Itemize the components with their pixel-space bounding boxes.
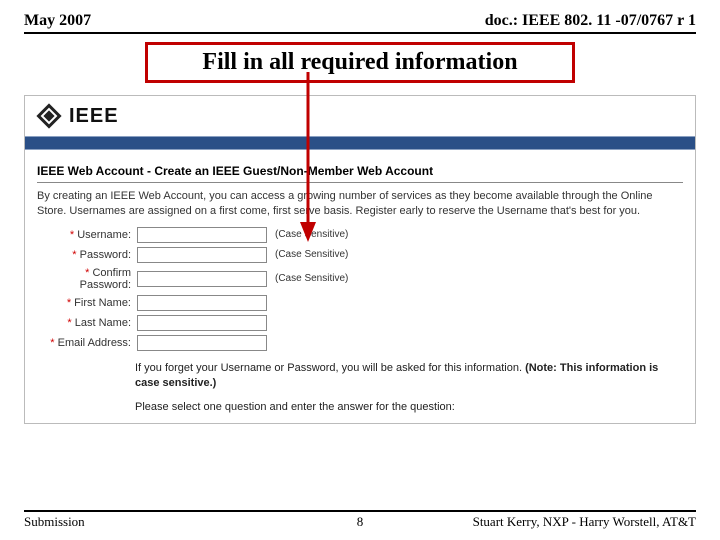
header-doc: doc.: IEEE 802. 11 -07/0767 r 1 [485, 12, 696, 30]
row-password: * Password: (Case Sensitive) [37, 247, 683, 263]
ieee-header-band: IEEE [25, 96, 695, 150]
label-username: * Username: [37, 229, 137, 241]
hint-confirm-password: (Case Sensitive) [275, 273, 348, 284]
input-last-name[interactable] [137, 315, 267, 331]
row-email: * Email Address: [37, 335, 683, 351]
security-question-prompt: Please select one question and enter the… [135, 401, 683, 413]
pointer-arrow [298, 72, 318, 242]
ieee-blue-bar [25, 136, 695, 150]
label-confirm-password: * Confirm Password: [37, 267, 137, 291]
footer-rule [24, 510, 696, 512]
label-first-name: * First Name: [37, 297, 137, 309]
forgot-note: If you forget your Username or Password,… [135, 361, 683, 391]
slide: May 2007 doc.: IEEE 802. 11 -07/0767 r 1… [0, 0, 720, 540]
embedded-screenshot: IEEE IEEE Web Account - Create an IEEE G… [24, 95, 696, 424]
header-date: May 2007 [24, 12, 91, 30]
form-section-rule [37, 182, 683, 183]
footer-page-number: 8 [24, 514, 696, 530]
input-email[interactable] [137, 335, 267, 351]
ieee-logo-text: IEEE [69, 105, 119, 128]
ieee-logo: IEEE [25, 96, 695, 136]
header-rule [24, 32, 696, 34]
label-password: * Password: [37, 249, 137, 261]
row-confirm-password: * Confirm Password: (Case Sensitive) [37, 267, 683, 291]
row-first-name: * First Name: [37, 295, 683, 311]
label-email: * Email Address: [37, 337, 137, 349]
row-last-name: * Last Name: [37, 315, 683, 331]
header-row: May 2007 doc.: IEEE 802. 11 -07/0767 r 1 [24, 12, 696, 30]
input-confirm-password[interactable] [137, 271, 267, 287]
form-area: * Username: (Case Sensitive) * Password:… [37, 227, 683, 351]
ieee-diamond-icon [35, 102, 63, 130]
input-password[interactable] [137, 247, 267, 263]
input-first-name[interactable] [137, 295, 267, 311]
input-username[interactable] [137, 227, 267, 243]
label-last-name: * Last Name: [37, 317, 137, 329]
form-intro-text: By creating an IEEE Web Account, you can… [37, 189, 683, 219]
instruction-title: Fill in all required information [145, 42, 575, 83]
hint-password: (Case Sensitive) [275, 249, 348, 260]
footer: Submission 8 Stuart Kerry, NXP - Harry W… [24, 510, 696, 530]
form-section-heading: IEEE Web Account - Create an IEEE Guest/… [37, 164, 683, 178]
row-username: * Username: (Case Sensitive) [37, 227, 683, 243]
